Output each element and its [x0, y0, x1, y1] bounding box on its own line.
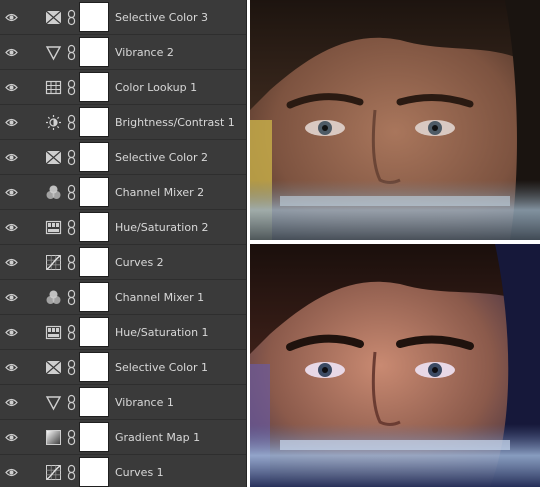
eye-icon[interactable]	[5, 46, 18, 59]
link-icon[interactable]	[67, 79, 76, 96]
layer-mask-thumbnail[interactable]	[80, 353, 108, 381]
layer-mask-thumbnail[interactable]	[80, 3, 108, 31]
eye-icon[interactable]	[5, 256, 18, 269]
layer-name: Selective Color 1	[115, 361, 208, 374]
layer-name: Hue/Saturation 2	[115, 221, 209, 234]
link-icon[interactable]	[67, 429, 76, 446]
layer-row[interactable]: Hue/Saturation 1	[0, 315, 246, 350]
layer-mask-thumbnail[interactable]	[80, 423, 108, 451]
layer-row[interactable]: Selective Color 3	[0, 0, 246, 35]
before-photo	[250, 0, 540, 240]
layer-name: Curves 1	[115, 466, 164, 479]
vibrance-icon	[45, 46, 62, 61]
color-lookup-icon	[45, 80, 62, 95]
link-icon[interactable]	[67, 44, 76, 61]
face-image	[250, 244, 540, 487]
layer-mask-thumbnail[interactable]	[80, 38, 108, 66]
layer-row[interactable]: Gradient Map 1	[0, 420, 246, 455]
layer-row[interactable]: Vibrance 2	[0, 35, 246, 70]
layer-mask-thumbnail[interactable]	[80, 213, 108, 241]
layer-name: Hue/Saturation 1	[115, 326, 209, 339]
link-icon[interactable]	[67, 184, 76, 201]
layer-name: Vibrance 2	[115, 46, 174, 59]
layer-mask-thumbnail[interactable]	[80, 73, 108, 101]
layer-mask-thumbnail[interactable]	[80, 248, 108, 276]
layer-name: Color Lookup 1	[115, 81, 198, 94]
layer-mask-thumbnail[interactable]	[80, 143, 108, 171]
layer-name: Curves 2	[115, 256, 164, 269]
eye-icon[interactable]	[5, 81, 18, 94]
layer-row[interactable]: Curves 1	[0, 455, 246, 490]
link-icon[interactable]	[67, 9, 76, 26]
layer-mask-thumbnail[interactable]	[80, 458, 108, 486]
layer-row[interactable]: Brightness/Contrast 1	[0, 105, 246, 140]
link-icon[interactable]	[67, 149, 76, 166]
curves-icon	[46, 255, 61, 270]
layer-row[interactable]: Color Lookup 1	[0, 70, 246, 105]
hue-saturation-icon	[45, 325, 62, 340]
layer-row[interactable]: Selective Color 1	[0, 350, 246, 385]
layer-name: Selective Color 2	[115, 151, 208, 164]
layer-name: Brightness/Contrast 1	[115, 116, 235, 129]
eye-icon[interactable]	[5, 291, 18, 304]
selective-color-icon	[45, 360, 62, 375]
gradient-map-icon	[46, 430, 61, 445]
eye-icon[interactable]	[5, 116, 18, 129]
link-icon[interactable]	[67, 359, 76, 376]
eye-icon[interactable]	[5, 326, 18, 339]
eye-icon[interactable]	[5, 186, 18, 199]
selective-color-icon	[45, 10, 62, 25]
layer-name: Channel Mixer 1	[115, 291, 205, 304]
eye-icon[interactable]	[5, 466, 18, 479]
after-photo	[250, 244, 540, 487]
curves-icon	[46, 465, 61, 480]
brightness-contrast-icon	[46, 115, 61, 130]
eye-icon[interactable]	[5, 396, 18, 409]
layer-mask-thumbnail[interactable]	[80, 178, 108, 206]
face-image	[250, 0, 540, 240]
layer-row[interactable]: Vibrance 1	[0, 385, 246, 420]
layer-mask-thumbnail[interactable]	[80, 318, 108, 346]
eye-icon[interactable]	[5, 221, 18, 234]
link-icon[interactable]	[67, 464, 76, 481]
layer-name: Channel Mixer 2	[115, 186, 205, 199]
link-icon[interactable]	[67, 219, 76, 236]
link-icon[interactable]	[67, 254, 76, 271]
eye-icon[interactable]	[5, 151, 18, 164]
selective-color-icon	[45, 150, 62, 165]
eye-icon[interactable]	[5, 11, 18, 24]
eye-icon[interactable]	[5, 431, 18, 444]
vibrance-icon	[45, 396, 62, 411]
hue-saturation-icon	[45, 220, 62, 235]
layer-row[interactable]: Selective Color 2	[0, 140, 246, 175]
eye-icon[interactable]	[5, 361, 18, 374]
channel-mixer-icon	[46, 185, 61, 199]
layers-panel: Selective Color 3 Vibrance 2 Color Looku…	[0, 0, 247, 487]
link-icon[interactable]	[67, 394, 76, 411]
layer-mask-thumbnail[interactable]	[80, 108, 108, 136]
layer-row[interactable]: Channel Mixer 2	[0, 175, 246, 210]
link-icon[interactable]	[67, 324, 76, 341]
layer-mask-thumbnail[interactable]	[80, 283, 108, 311]
layer-row[interactable]: Hue/Saturation 2	[0, 210, 246, 245]
link-icon[interactable]	[67, 114, 76, 131]
layer-row[interactable]: Channel Mixer 1	[0, 280, 246, 315]
layer-name: Vibrance 1	[115, 396, 174, 409]
layer-name: Selective Color 3	[115, 11, 208, 24]
channel-mixer-icon	[46, 290, 61, 304]
layer-mask-thumbnail[interactable]	[80, 388, 108, 416]
layer-name: Gradient Map 1	[115, 431, 201, 444]
layer-row[interactable]: Curves 2	[0, 245, 246, 280]
link-icon[interactable]	[67, 289, 76, 306]
